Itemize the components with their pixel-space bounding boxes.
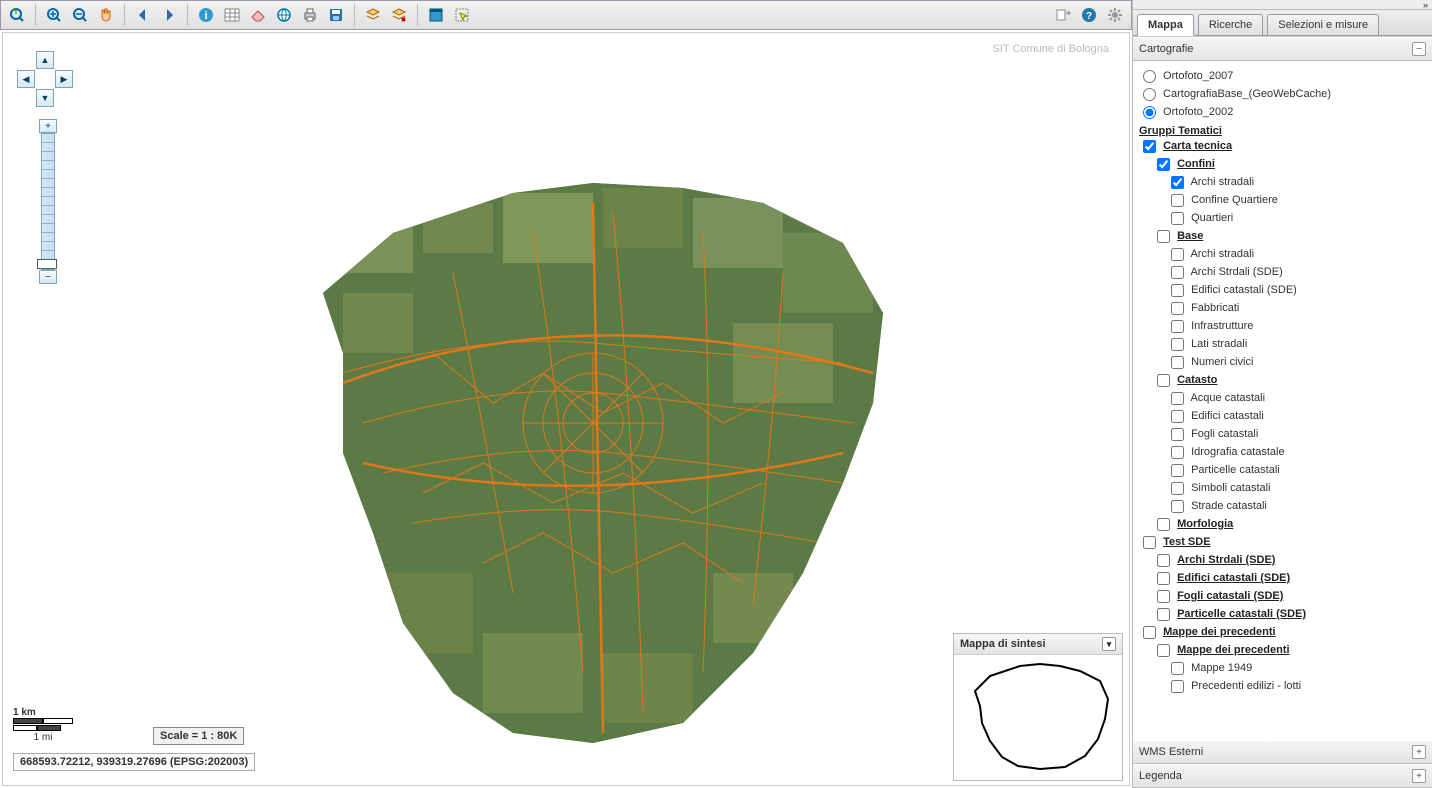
eraser-icon[interactable]: [246, 3, 270, 27]
plus-icon[interactable]: +: [1412, 769, 1426, 783]
layer-checkbox[interactable]: Archi stradali: [1167, 173, 1428, 191]
identify-icon[interactable]: i: [194, 3, 218, 27]
pan-right-button[interactable]: ▶: [55, 70, 73, 88]
plus-icon[interactable]: +: [1412, 745, 1426, 759]
basemap-radio[interactable]: CartografiaBase_(GeoWebCache): [1139, 85, 1428, 103]
pan-control: ▲ ▼ ◀ ▶: [17, 51, 73, 107]
layer-tree: Ortofoto_2007 CartografiaBase_(GeoWebCac…: [1133, 61, 1432, 740]
layer-checkbox[interactable]: Simboli catastali: [1167, 479, 1428, 497]
layer-checkbox[interactable]: Confine Quartiere: [1167, 191, 1428, 209]
scale-mi-label: 1 mi: [13, 732, 73, 743]
tab-selezioni[interactable]: Selezioni e misure: [1267, 14, 1379, 35]
accordion-wms-head[interactable]: WMS Esterni +: [1133, 740, 1432, 764]
layer-checkbox[interactable]: Edifici catastali (SDE): [1153, 569, 1428, 587]
table-icon[interactable]: [220, 3, 244, 27]
layer-checkbox[interactable]: Mappe dei precedenti: [1153, 641, 1428, 659]
export-icon[interactable]: [1051, 3, 1075, 27]
window-icon[interactable]: [424, 3, 448, 27]
layer-checkbox[interactable]: Confini: [1153, 155, 1428, 173]
svg-text:?: ?: [1086, 11, 1092, 22]
print-icon[interactable]: [298, 3, 322, 27]
save-icon[interactable]: [324, 3, 348, 27]
coordinates: 668593.72212, 939319.27696 (EPSG:202003): [13, 753, 255, 771]
layer-checkbox[interactable]: Infrastrutture: [1167, 317, 1428, 335]
zoom-handle[interactable]: [37, 259, 57, 269]
basemap-radio[interactable]: Ortofoto_2002: [1139, 103, 1428, 121]
map-image: [283, 173, 903, 753]
zoom-slider[interactable]: + −: [39, 119, 57, 284]
sidebar: » Mappa Ricerche Selezioni e misure Cart…: [1132, 0, 1432, 788]
pan-icon[interactable]: [94, 3, 118, 27]
settings-icon[interactable]: [1103, 3, 1127, 27]
accordion-cartografie-head[interactable]: Cartografie −: [1133, 37, 1432, 61]
layer-checkbox[interactable]: Fogli catastali (SDE): [1153, 587, 1428, 605]
layer-checkbox[interactable]: Particelle catastali (SDE): [1153, 605, 1428, 623]
layer-checkbox[interactable]: Mappe dei precedenti: [1139, 623, 1428, 641]
layer-checkbox[interactable]: Archi Strdali (SDE): [1167, 263, 1428, 281]
globe-icon[interactable]: [272, 3, 296, 27]
layer-checkbox[interactable]: Fogli catastali: [1167, 425, 1428, 443]
zoom-out-icon[interactable]: [68, 3, 92, 27]
minus-icon[interactable]: −: [1412, 42, 1426, 56]
map-canvas[interactable]: SIT Comune di Bologna ▲ ▼ ◀ ▶ + −: [2, 32, 1130, 786]
accordion-legenda-title: Legenda: [1139, 770, 1412, 782]
layer-checkbox[interactable]: Particelle catastali: [1167, 461, 1428, 479]
basemap-radio[interactable]: Ortofoto_2007: [1139, 67, 1428, 85]
layer-add-icon[interactable]: [361, 3, 385, 27]
layer-checkbox[interactable]: Mappe 1949: [1167, 659, 1428, 677]
layer-checkbox[interactable]: Edifici catastali: [1167, 407, 1428, 425]
accordion-wms-title: WMS Esterni: [1139, 746, 1412, 758]
accordion-cartografie-title: Cartografie: [1139, 43, 1412, 55]
layer-checkbox[interactable]: Base: [1153, 227, 1428, 245]
layer-checkbox[interactable]: Edifici catastali (SDE): [1167, 281, 1428, 299]
overview-map: Mappa di sintesi ▾: [953, 633, 1123, 781]
sidebar-tabs: Mappa Ricerche Selezioni e misure: [1133, 10, 1432, 36]
layer-checkbox[interactable]: Archi stradali: [1167, 245, 1428, 263]
layer-checkbox[interactable]: Strade catastali: [1167, 497, 1428, 515]
prev-extent-icon[interactable]: [131, 3, 155, 27]
zoom-in-button[interactable]: +: [39, 119, 57, 133]
layer-checkbox[interactable]: Fabbricati: [1167, 299, 1428, 317]
pan-down-button[interactable]: ▼: [36, 89, 54, 107]
layer-checkbox[interactable]: Idrografia catastale: [1167, 443, 1428, 461]
layer-checkbox[interactable]: Archi Strdali (SDE): [1153, 551, 1428, 569]
zoom-in-icon[interactable]: [42, 3, 66, 27]
overview-collapse-button[interactable]: ▾: [1102, 637, 1116, 651]
zoom-extent-icon[interactable]: [5, 3, 29, 27]
scale-km-label: 1 km: [13, 707, 73, 718]
layer-checkbox[interactable]: Acque catastali: [1167, 389, 1428, 407]
overview-body[interactable]: [954, 655, 1122, 780]
zoom-track[interactable]: [41, 133, 55, 270]
select-icon[interactable]: [450, 3, 474, 27]
layer-checkbox[interactable]: Precedenti edilizi - lotti: [1167, 677, 1428, 695]
next-extent-icon[interactable]: [157, 3, 181, 27]
layer-checkbox[interactable]: Carta tecnica: [1139, 137, 1428, 155]
layer-checkbox[interactable]: Quartieri: [1167, 209, 1428, 227]
scale-bar: 1 km 1 mi: [13, 707, 73, 743]
pan-left-button[interactable]: ◀: [17, 70, 35, 88]
layer-checkbox[interactable]: Numeri civici: [1167, 353, 1428, 371]
gruppi-title: Gruppi Tematici: [1139, 125, 1428, 137]
layer-checkbox[interactable]: Test SDE: [1139, 533, 1428, 551]
layer-remove-icon[interactable]: [387, 3, 411, 27]
layer-checkbox[interactable]: Catasto: [1153, 371, 1428, 389]
attribution: SIT Comune di Bologna: [992, 43, 1109, 55]
accordion-legenda-head[interactable]: Legenda +: [1133, 764, 1432, 788]
svg-text:i: i: [204, 10, 207, 22]
main-toolbar: i ?: [0, 0, 1132, 30]
overview-title: Mappa di sintesi: [960, 638, 1102, 650]
layer-checkbox[interactable]: Lati stradali: [1167, 335, 1428, 353]
scale-text: Scale = 1 : 80K: [153, 727, 244, 745]
tab-mappa[interactable]: Mappa: [1137, 14, 1194, 36]
zoom-out-button[interactable]: −: [39, 270, 57, 284]
sidebar-collapse-handle[interactable]: »: [1133, 0, 1432, 10]
layer-checkbox[interactable]: Morfologia: [1153, 515, 1428, 533]
help-icon[interactable]: ?: [1077, 3, 1101, 27]
pan-up-button[interactable]: ▲: [36, 51, 54, 69]
tab-ricerche[interactable]: Ricerche: [1198, 14, 1263, 35]
